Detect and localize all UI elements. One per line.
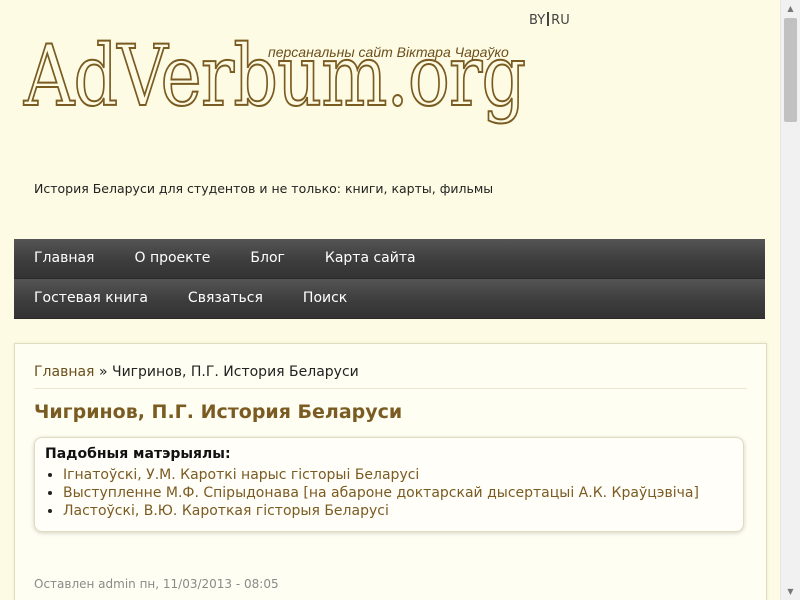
nav-item-guestbook[interactable]: Гостевая книга [14, 279, 168, 318]
related-heading: Падобныя матэрыялы: [45, 446, 231, 462]
breadcrumb: Главная » Чигринов, П.Г. История Беларус… [34, 364, 359, 380]
related-link[interactable]: Выступленне М.Ф. Спірыдонава [на абароне… [63, 485, 699, 501]
nav-row-2: Гостевая книга Связаться Поиск [14, 279, 765, 319]
related-link[interactable]: Ластоўскі, В.Ю. Кароткая гісторыя Белару… [63, 503, 389, 519]
language-switcher: BY RU [529, 12, 570, 28]
nav-item-search[interactable]: Поиск [283, 279, 367, 318]
nav-item-about[interactable]: О проекте [114, 239, 230, 278]
lang-by-link[interactable]: BY [529, 13, 545, 28]
breadcrumb-separator: » [98, 364, 108, 380]
breadcrumb-divider [34, 388, 747, 389]
arrow-up-icon[interactable]: ▲ [781, 0, 800, 17]
arrow-down-icon[interactable]: ▼ [781, 583, 800, 600]
page-title: Чигринов, П.Г. История Беларуси [34, 401, 403, 423]
scrollbar-thumb[interactable] [784, 18, 797, 122]
vertical-scrollbar[interactable]: ▲ ▼ [780, 0, 800, 600]
nav-row-1: Главная О проекте Блог Карта сайта [14, 239, 765, 279]
lang-ru-link[interactable]: RU [551, 13, 570, 28]
related-link[interactable]: Ігнатоўскі, У.М. Кароткі нарыс гісторыі … [63, 467, 419, 483]
nav-item-blog[interactable]: Блог [230, 239, 304, 278]
list-item: Ігнатоўскі, У.М. Кароткі нарыс гісторыі … [63, 466, 733, 484]
nav-item-contact[interactable]: Связаться [168, 279, 283, 318]
content-panel: Главная » Чигринов, П.Г. История Беларус… [14, 343, 767, 600]
nav-item-home[interactable]: Главная [14, 239, 114, 278]
post-meta: Оставлен admin пн, 11/03/2013 - 08:05 [34, 577, 279, 591]
main-navigation: Главная О проекте Блог Карта сайта Госте… [14, 239, 765, 319]
breadcrumb-current: Чигринов, П.Г. История Беларуси [111, 364, 359, 380]
related-list: Ігнатоўскі, У.М. Кароткі нарыс гісторыі … [45, 466, 733, 520]
list-item: Ластоўскі, В.Ю. Кароткая гісторыя Белару… [63, 502, 733, 520]
related-materials-box: Падобныя матэрыялы: Ігнатоўскі, У.М. Кар… [34, 437, 744, 532]
lang-separator [547, 12, 550, 26]
site-slogan: История Беларуси для студентов и не толь… [34, 181, 494, 196]
breadcrumb-home-link[interactable]: Главная [34, 364, 94, 380]
list-item: Выступленне М.Ф. Спірыдонава [на абароне… [63, 484, 733, 502]
page: BY RU AdVerbum.org персанальны сайт Вікта… [0, 0, 780, 600]
nav-item-sitemap[interactable]: Карта сайта [305, 239, 436, 278]
personal-site-tagline: персанальны сайт Віктара Чараўко [268, 44, 509, 60]
